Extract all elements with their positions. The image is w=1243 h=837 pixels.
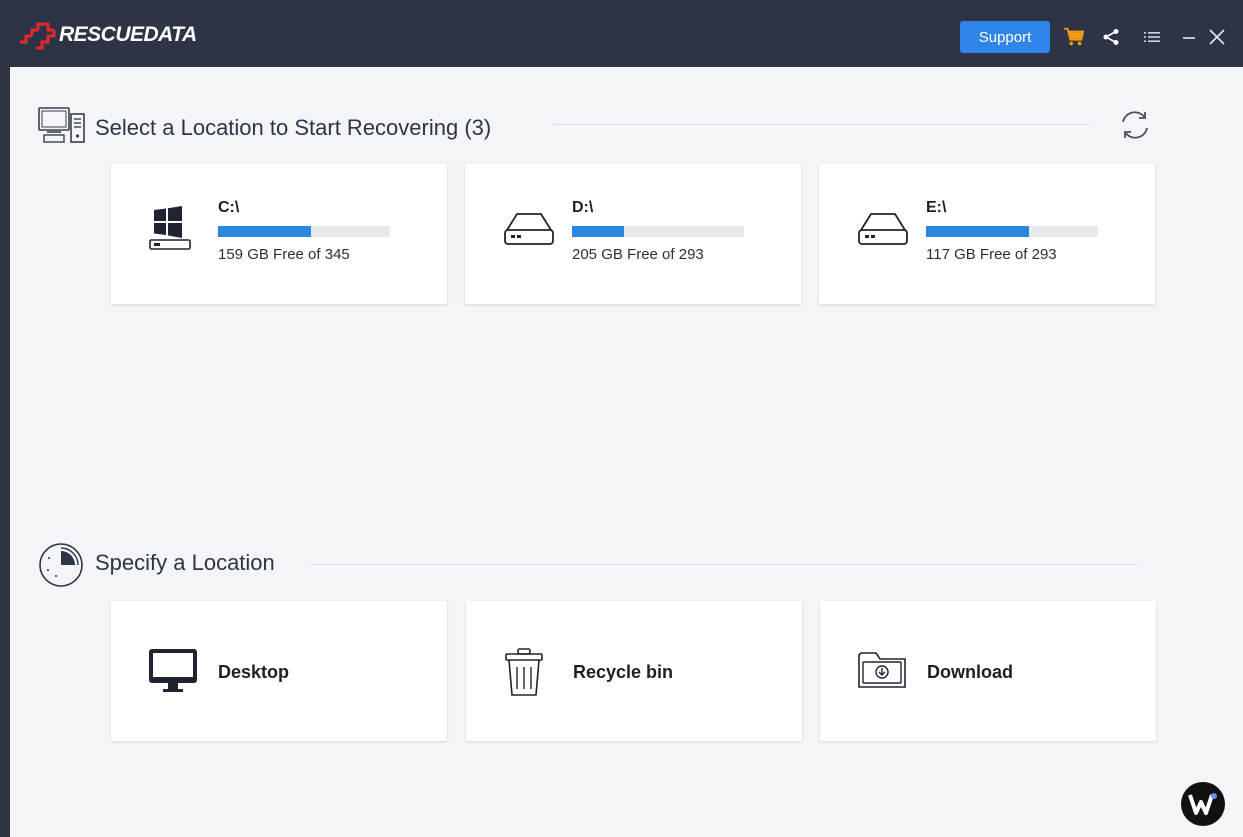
- monitor-icon: [147, 647, 199, 700]
- app-logo: RESCUEDATA: [18, 20, 197, 50]
- hard-drive-icon: [503, 204, 555, 253]
- refresh-icon[interactable]: [1118, 108, 1152, 147]
- section-divider: [553, 124, 1090, 125]
- trash-icon: [502, 647, 546, 704]
- drive-card-d[interactable]: D:\ 205 GB Free of 293: [465, 164, 801, 304]
- drive-usage-fill: [218, 226, 311, 237]
- minimize-icon[interactable]: [1178, 26, 1200, 48]
- location-label: Download: [927, 662, 1013, 682]
- cart-icon[interactable]: [1063, 26, 1085, 48]
- section-divider: [310, 564, 1138, 565]
- title-bar: RESCUEDATA Support: [10, 0, 1243, 67]
- drive-usage-bar: [572, 226, 744, 237]
- drive-free-space: 159 GB Free of 345: [218, 246, 350, 263]
- download-folder-icon: [856, 647, 908, 698]
- computer-icon: [38, 106, 86, 149]
- drive-card-c[interactable]: C:\ 159 GB Free of 345: [111, 164, 447, 304]
- close-icon[interactable]: [1206, 26, 1228, 48]
- drive-free-space: 205 GB Free of 293: [572, 246, 704, 263]
- app-window: RESCUEDATA Support Select a Location to …: [10, 0, 1243, 837]
- drive-free-space: 117 GB Free of 293: [926, 246, 1057, 263]
- drive-name: D:\: [572, 199, 594, 216]
- location-label: Recycle bin: [573, 662, 674, 682]
- assistant-badge-icon[interactable]: [1181, 782, 1225, 826]
- location-card-download[interactable]: Download: [820, 601, 1156, 741]
- radar-icon: [38, 543, 86, 596]
- location-card-recycle-bin[interactable]: Recycle bin: [466, 601, 802, 741]
- drive-usage-bar: [926, 226, 1098, 237]
- drive-usage-bar: [218, 226, 390, 237]
- menu-icon[interactable]: [1141, 26, 1163, 48]
- location-card-desktop[interactable]: Desktop: [111, 601, 447, 741]
- drive-usage-fill: [572, 226, 624, 237]
- app-name: RESCUEDATA: [59, 23, 197, 46]
- drive-name: E:\: [926, 199, 947, 216]
- share-icon[interactable]: [1100, 26, 1122, 48]
- location-label: Desktop: [218, 662, 290, 682]
- locations-section-title: Specify a Location: [95, 550, 275, 575]
- drive-card-e[interactable]: E:\ 117 GB Free of 293: [819, 164, 1155, 304]
- drives-section-title: Select a Location to Start Recovering (3…: [95, 115, 492, 140]
- drive-usage-fill: [926, 226, 1030, 237]
- hard-drive-icon: [857, 204, 909, 253]
- support-button[interactable]: Support: [960, 21, 1050, 53]
- logo-mark-icon: [20, 22, 56, 50]
- windows-drive-icon: [149, 204, 197, 257]
- drive-name: C:\: [218, 199, 240, 216]
